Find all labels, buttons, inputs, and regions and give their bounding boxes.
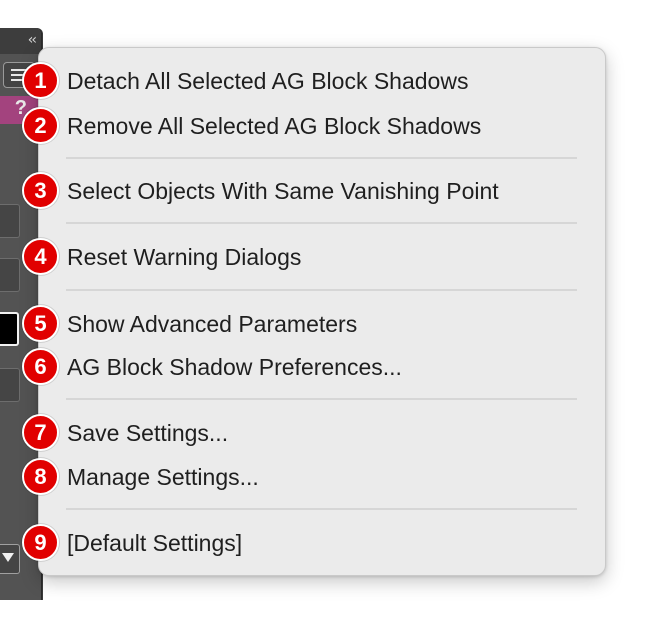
panel-input-field[interactable] bbox=[0, 368, 20, 402]
color-swatch[interactable] bbox=[0, 312, 19, 346]
dropdown-arrow-icon bbox=[2, 553, 14, 562]
menu-item-remove-shadows[interactable]: Remove All Selected AG Block Shadows bbox=[67, 108, 481, 144]
panel-title-bar: ‹‹ bbox=[0, 28, 41, 54]
screenshot-stage: ‹‹ ? Detach All Selected AG Block Shadow… bbox=[0, 0, 662, 642]
callout-badge: 9 bbox=[22, 524, 59, 561]
menu-item-default-settings[interactable]: [Default Settings] bbox=[67, 525, 242, 561]
collapse-panel-icon[interactable]: ‹‹ bbox=[28, 32, 37, 48]
callout-badge: 1 bbox=[22, 62, 59, 99]
menu-item-preferences[interactable]: AG Block Shadow Preferences... bbox=[67, 349, 402, 385]
menu-separator bbox=[66, 508, 577, 510]
callout-badge: 2 bbox=[22, 107, 59, 144]
menu-item-save-settings[interactable]: Save Settings... bbox=[67, 415, 228, 451]
panel-input-field[interactable] bbox=[0, 204, 20, 238]
callout-badge: 4 bbox=[22, 238, 59, 275]
callout-badge: 3 bbox=[22, 172, 59, 209]
menu-separator bbox=[66, 398, 577, 400]
callout-badge: 6 bbox=[22, 348, 59, 385]
menu-item-detach-shadows[interactable]: Detach All Selected AG Block Shadows bbox=[67, 63, 468, 99]
panel-dropdown[interactable] bbox=[0, 544, 20, 574]
flyout-menu: Detach All Selected AG Block Shadows Rem… bbox=[38, 47, 606, 576]
callout-badge: 8 bbox=[22, 458, 59, 495]
callout-badge: 7 bbox=[22, 414, 59, 451]
menu-item-reset-warning-dialogs[interactable]: Reset Warning Dialogs bbox=[67, 239, 301, 275]
menu-item-show-advanced-parameters[interactable]: Show Advanced Parameters bbox=[67, 306, 357, 342]
menu-separator bbox=[66, 222, 577, 224]
menu-separator bbox=[66, 157, 577, 159]
callout-badge: 5 bbox=[22, 305, 59, 342]
menu-item-select-same-vanishing-point[interactable]: Select Objects With Same Vanishing Point bbox=[67, 173, 499, 209]
panel-input-field[interactable] bbox=[0, 258, 20, 292]
menu-item-manage-settings[interactable]: Manage Settings... bbox=[67, 459, 259, 495]
menu-separator bbox=[66, 289, 577, 291]
